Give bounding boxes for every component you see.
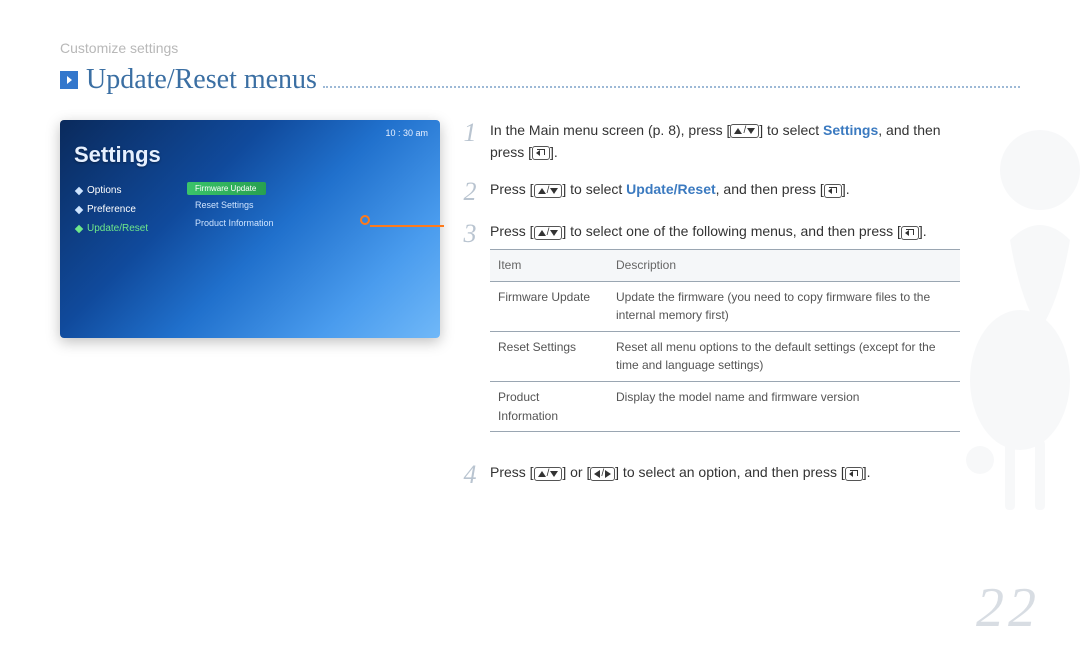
- description-table: Item Description Firmware Update Update …: [490, 249, 960, 432]
- diamond-icon: [75, 186, 83, 194]
- step-number: 4: [460, 462, 480, 488]
- update-reset-link-text: Update/Reset: [626, 181, 715, 197]
- device-left-menu: Options Preference Update/Reset: [70, 182, 185, 239]
- step-text: ] or [: [562, 464, 590, 480]
- table-header-description: Description: [608, 250, 960, 282]
- enter-key-icon: [901, 226, 919, 240]
- step-2: 2 Press [/] to select Update/Reset, and …: [460, 179, 960, 205]
- step-number: 3: [460, 221, 480, 247]
- settings-link-text: Settings: [823, 122, 878, 138]
- step-body: Press [/] or [/] to select an option, an…: [490, 462, 960, 484]
- step-text: ] to select: [759, 122, 819, 138]
- device-menu-preference: Preference: [70, 201, 185, 218]
- instructions-column: 1 In the Main menu screen (p. 8), press …: [460, 120, 960, 504]
- device-menu-label: Update/Reset: [87, 223, 148, 234]
- callout-line: [370, 225, 444, 227]
- step-text: Press [: [490, 223, 534, 239]
- device-right-menu: Firmware Update Reset Settings Product I…: [185, 182, 430, 239]
- device-clock: 10 : 30 am: [385, 128, 428, 138]
- step-text: In the Main menu screen (p. 8), press [: [490, 122, 730, 138]
- enter-key-icon: [532, 146, 550, 160]
- table-row: Firmware Update Update the firmware (you…: [490, 281, 960, 331]
- step-1: 1 In the Main menu screen (p. 8), press …: [460, 120, 960, 163]
- device-submenu-product-info: Product Information: [187, 215, 430, 231]
- play-icon: [60, 71, 78, 89]
- diamond-icon: [75, 205, 83, 213]
- step-number: 1: [460, 120, 480, 146]
- diamond-icon: [75, 224, 83, 232]
- table-header-item: Item: [490, 250, 608, 282]
- device-menu-label: Options: [87, 185, 121, 196]
- dotted-rule: [323, 86, 1020, 88]
- step-text: ].: [550, 144, 558, 160]
- step-text: ] to select: [562, 181, 626, 197]
- callout-dot-icon: [360, 215, 370, 225]
- step-text: ].: [919, 223, 927, 239]
- device-screenshot: 10 : 30 am Settings Options Preference U…: [60, 120, 440, 338]
- section-header: Update/Reset menus: [60, 64, 1020, 96]
- baseball-watermark: [950, 120, 1080, 540]
- step-text: ] to select one of the following menus, …: [562, 223, 901, 239]
- step-body: Press [/] to select one of the following…: [490, 221, 960, 446]
- step-text: Press [: [490, 181, 534, 197]
- step-text: Press [: [490, 464, 534, 480]
- table-cell-desc: Reset all menu options to the default se…: [608, 331, 960, 381]
- up-down-key-icon: /: [534, 184, 563, 198]
- device-screen-title: Settings: [60, 130, 440, 182]
- table-cell-desc: Update the firmware (you need to copy fi…: [608, 281, 960, 331]
- step-number: 2: [460, 179, 480, 205]
- table-cell-item: Product Information: [490, 382, 608, 432]
- device-submenu-firmware: Firmware Update: [187, 182, 266, 195]
- breadcrumb: Customize settings: [60, 40, 1020, 56]
- left-right-key-icon: /: [590, 467, 615, 481]
- device-menu-update-reset: Update/Reset: [70, 220, 185, 237]
- device-submenu-reset: Reset Settings: [187, 197, 430, 213]
- step-text: ].: [842, 181, 850, 197]
- step-text: , and then press [: [716, 181, 824, 197]
- step-text: ] to select an option, and then press [: [615, 464, 845, 480]
- up-down-key-icon: /: [534, 467, 563, 481]
- device-menu-options: Options: [70, 182, 185, 199]
- table-cell-item: Firmware Update: [490, 281, 608, 331]
- table-cell-item: Reset Settings: [490, 331, 608, 381]
- page-number: 22: [976, 576, 1040, 640]
- enter-key-icon: [845, 467, 863, 481]
- enter-key-icon: [824, 184, 842, 198]
- table-row: Product Information Display the model na…: [490, 382, 960, 432]
- up-down-key-icon: /: [534, 226, 563, 240]
- table-cell-desc: Display the model name and firmware vers…: [608, 382, 960, 432]
- step-3: 3 Press [/] to select one of the followi…: [460, 221, 960, 446]
- step-text: ].: [863, 464, 871, 480]
- table-row: Reset Settings Reset all menu options to…: [490, 331, 960, 381]
- step-4: 4 Press [/] or [/] to select an option, …: [460, 462, 960, 488]
- step-body: In the Main menu screen (p. 8), press [/…: [490, 120, 960, 163]
- section-title: Update/Reset menus: [86, 64, 317, 96]
- up-down-key-icon: /: [730, 124, 759, 138]
- step-body: Press [/] to select Update/Reset, and th…: [490, 179, 960, 201]
- device-menu-label: Preference: [87, 204, 136, 215]
